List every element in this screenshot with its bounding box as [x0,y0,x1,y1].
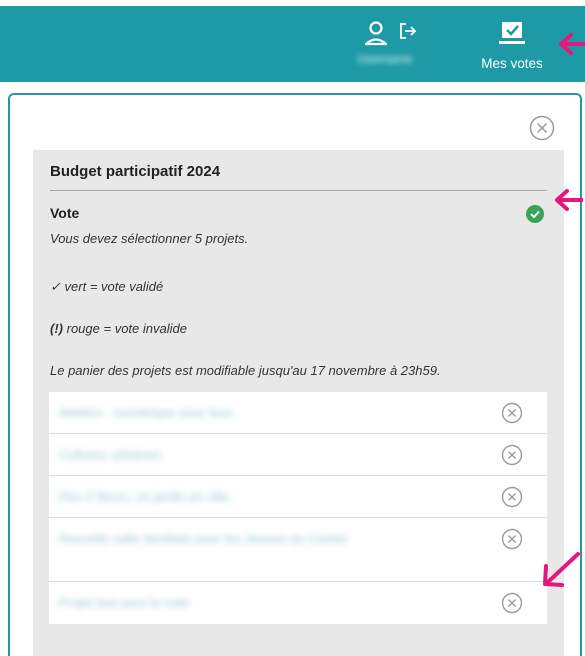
panel-title: Budget participatif 2024 [50,163,221,180]
project-name: Cultures urbaines [59,447,161,462]
project-item: Nouvelle salle familiale pour les Jeunes… [49,518,547,582]
user-icon[interactable] [364,20,390,51]
my-votes-label: Mes votes [481,56,543,71]
legend-valid-mark: ✓ [50,279,61,294]
close-circle-icon[interactable] [529,115,555,141]
project-item: Projet test pour le vote [49,582,547,624]
remove-project-icon[interactable] [501,592,523,614]
user-account-block[interactable]: Username [340,16,430,72]
legend-valid-text: vert = vote validé [64,279,164,294]
remove-project-icon[interactable] [501,528,523,550]
project-name: Des 2 fleurs, un jardin en ville [59,489,230,504]
instruction-text: Vous devez sélectionner 5 projets. [50,231,249,246]
logout-icon[interactable] [398,22,418,45]
remove-project-icon[interactable] [501,402,523,424]
vote-valid-check-icon [526,205,544,228]
project-item: Des 2 fleurs, un jardin en ville [49,476,547,518]
votes-modal: Budget participatif 2024 Vote Vous devez… [8,93,582,656]
ballot-box-icon[interactable] [498,20,526,55]
project-item: Cultures urbaines [49,434,547,476]
remove-project-icon[interactable] [501,486,523,508]
annotation-arrow-icon [553,188,584,217]
project-name: Projet test pour le vote [59,595,190,610]
legend-valid: ✓ vert = vote validé [50,279,163,295]
divider [50,190,547,191]
remove-project-icon[interactable] [501,444,523,466]
top-header-bar: Username Mes votes [0,6,585,82]
annotation-arrow-icon [540,552,580,595]
project-name: Ateliers - numérique pour tous [59,405,234,420]
my-votes-button[interactable]: Mes votes [470,16,554,72]
budget-panel: Budget participatif 2024 Vote Vous devez… [33,150,564,656]
page: Username Mes votes Budget participatif 2… [0,0,585,656]
deadline-text: Le panier des projets est modifiable jus… [50,363,441,378]
legend-invalid: (!) rouge = vote invalide [50,321,187,336]
vote-label: Vote [50,205,80,221]
annotation-arrow-icon [557,32,585,61]
user-name: Username [357,52,413,66]
project-list: Ateliers - numérique pour tous Cultures … [49,392,547,624]
legend-invalid-text: rouge = vote invalide [66,321,187,336]
project-name: Nouvelle salle familiale pour les Jeunes… [59,531,348,546]
project-item: Ateliers - numérique pour tous [49,392,547,434]
legend-invalid-mark: (!) [50,321,63,336]
